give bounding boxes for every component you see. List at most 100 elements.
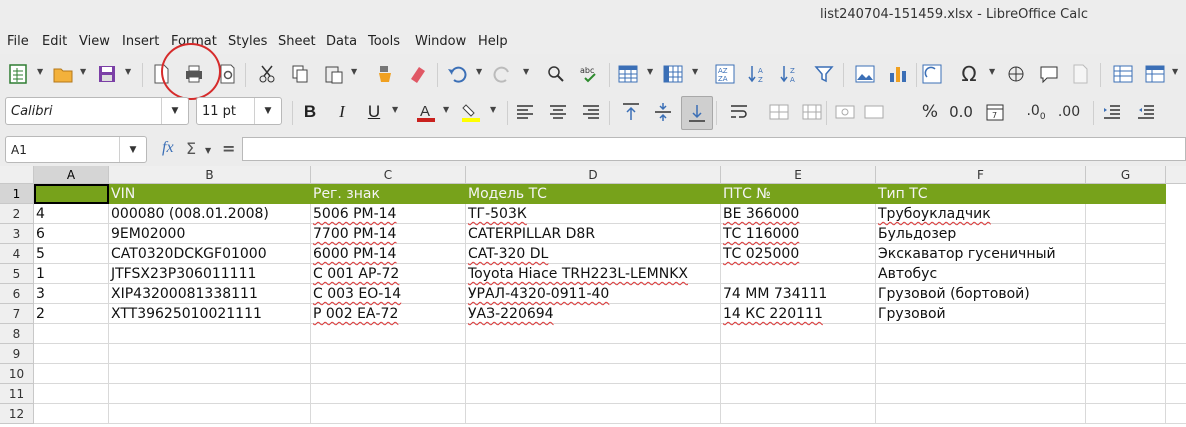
name-box[interactable]: A1 ▼ bbox=[5, 136, 147, 163]
cell-b1[interactable]: VIN bbox=[109, 184, 311, 204]
chevron-down-icon[interactable]: ▼ bbox=[692, 67, 700, 77]
row-header-7[interactable]: 7 bbox=[0, 304, 34, 324]
menu-file[interactable]: File bbox=[7, 34, 29, 49]
table-cell[interactable]: УАЗ-220694 bbox=[466, 304, 721, 324]
redo-icon[interactable] bbox=[490, 61, 516, 87]
table-cell[interactable]: Грузовой (бортовой) bbox=[876, 284, 1086, 304]
table-cell[interactable]: 5006 РМ-14 bbox=[311, 204, 466, 224]
column-header-d[interactable]: D bbox=[466, 166, 721, 184]
menu-tools[interactable]: Tools bbox=[368, 34, 400, 49]
table-cell[interactable]: ВЕ 366000 bbox=[721, 204, 876, 224]
table-cell[interactable]: УРАЛ-4320-0911-40 bbox=[466, 284, 721, 304]
table-cell[interactable]: 6 bbox=[34, 224, 109, 244]
find-replace-icon[interactable] bbox=[543, 61, 569, 87]
table-cell[interactable]: 5 bbox=[34, 244, 109, 264]
table-cell[interactable]: 1 bbox=[34, 264, 109, 284]
table-cell[interactable]: CAT-320 DL bbox=[466, 244, 721, 264]
table-cell[interactable] bbox=[1086, 224, 1166, 244]
cell-d1[interactable]: Модель ТС bbox=[466, 184, 721, 204]
spellcheck-icon[interactable]: abc bbox=[577, 61, 603, 87]
new-spreadsheet-icon[interactable] bbox=[5, 61, 31, 87]
table-cell[interactable]: Грузовой bbox=[876, 304, 1086, 324]
chevron-down-icon[interactable]: ▼ bbox=[1172, 67, 1180, 77]
formula-icon[interactable]: = bbox=[222, 139, 235, 158]
menu-insert[interactable]: Insert bbox=[122, 34, 159, 49]
menu-help[interactable]: Help bbox=[478, 34, 508, 49]
decrease-indent-icon[interactable] bbox=[1133, 99, 1159, 125]
table-cell[interactable]: С 001 АР-72 bbox=[311, 264, 466, 284]
image-icon[interactable] bbox=[852, 61, 878, 87]
row-header-4[interactable]: 4 bbox=[0, 244, 34, 264]
comment-icon[interactable] bbox=[1036, 61, 1062, 87]
align-right-icon[interactable] bbox=[578, 99, 604, 125]
currency-dropdown-icon[interactable] bbox=[861, 99, 887, 125]
row-header-6[interactable]: 6 bbox=[0, 284, 34, 304]
cell-f1[interactable]: Тип ТС bbox=[876, 184, 1086, 204]
delete-decimal-icon[interactable]: .00 bbox=[1056, 99, 1082, 125]
menu-data[interactable]: Data bbox=[326, 34, 357, 49]
unmerge-cells-icon[interactable] bbox=[799, 99, 825, 125]
menu-sheet[interactable]: Sheet bbox=[278, 34, 316, 49]
hyperlink-icon[interactable] bbox=[1003, 61, 1029, 87]
chart-icon[interactable] bbox=[885, 61, 911, 87]
table-cell[interactable]: 9ЕМ02000 bbox=[109, 224, 311, 244]
open-folder-icon[interactable] bbox=[50, 61, 76, 87]
cut-icon[interactable] bbox=[254, 61, 280, 87]
align-left-icon[interactable] bbox=[512, 99, 538, 125]
table-cell[interactable]: Автобус bbox=[876, 264, 1086, 284]
chevron-down-icon[interactable]: ▼ bbox=[989, 67, 997, 77]
italic-icon[interactable]: I bbox=[329, 99, 355, 125]
chevron-down-icon[interactable]: ▼ bbox=[490, 105, 498, 115]
table-cell[interactable]: Трубоукладчик bbox=[876, 204, 1086, 224]
row-icon[interactable] bbox=[615, 61, 641, 87]
column-header-a[interactable]: A bbox=[34, 166, 109, 184]
table-cell[interactable]: 7700 РМ-14 bbox=[311, 224, 466, 244]
table-cell[interactable]: 3 bbox=[34, 284, 109, 304]
sum-icon[interactable]: Σ bbox=[186, 139, 196, 158]
row-header-3[interactable]: 3 bbox=[0, 224, 34, 244]
increase-indent-icon[interactable] bbox=[1099, 99, 1125, 125]
column-header-g[interactable]: G bbox=[1086, 166, 1166, 184]
number-format-icon[interactable]: 0.0 bbox=[948, 99, 974, 125]
undo-icon[interactable] bbox=[444, 61, 470, 87]
column-header-e[interactable]: E bbox=[721, 166, 876, 184]
freeze-rows-columns-icon[interactable] bbox=[1142, 61, 1168, 87]
column-header-f[interactable]: F bbox=[876, 166, 1086, 184]
table-cell[interactable] bbox=[1086, 264, 1166, 284]
chevron-down-icon[interactable]: ▼ bbox=[37, 67, 45, 77]
table-cell[interactable]: Toyota Hiace TRH223L-LEMNKX bbox=[466, 264, 721, 284]
row-header-12[interactable]: 12 bbox=[0, 404, 34, 424]
wrap-text-icon[interactable] bbox=[726, 99, 752, 125]
table-cell[interactable]: XIP43200081338111 bbox=[109, 284, 311, 304]
headers-footers-icon[interactable] bbox=[1067, 61, 1093, 87]
chevron-down-icon[interactable]: ▼ bbox=[647, 67, 655, 77]
bold-icon[interactable]: B bbox=[297, 99, 323, 125]
table-cell[interactable]: Бульдозер bbox=[876, 224, 1086, 244]
clear-formatting-icon[interactable] bbox=[405, 61, 431, 87]
autofilter-icon[interactable] bbox=[811, 61, 837, 87]
chevron-down-icon[interactable]: ▼ bbox=[443, 105, 451, 115]
table-cell[interactable] bbox=[1086, 244, 1166, 264]
table-cell[interactable] bbox=[1086, 204, 1166, 224]
paste-icon[interactable] bbox=[321, 61, 347, 87]
table-cell[interactable]: ТГ-503К bbox=[466, 204, 721, 224]
formula-input[interactable] bbox=[242, 137, 1186, 161]
table-cell[interactable]: Р 002 ЕА-72 bbox=[311, 304, 466, 324]
column-header-h[interactable] bbox=[1166, 166, 1186, 184]
table-cell[interactable]: Экскаватор гусеничный bbox=[876, 244, 1086, 264]
table-cell[interactable]: JTFSX23P306011111 bbox=[109, 264, 311, 284]
clone-formatting-icon[interactable] bbox=[372, 61, 398, 87]
row-header-1[interactable]: 1 bbox=[0, 184, 34, 204]
column-icon[interactable] bbox=[660, 61, 686, 87]
table-cell[interactable] bbox=[721, 264, 876, 284]
row-header-10[interactable]: 10 bbox=[0, 364, 34, 384]
pivot-table-icon[interactable] bbox=[919, 61, 945, 87]
table-cell[interactable]: 74 ММ 734111 bbox=[721, 284, 876, 304]
table-cell[interactable]: 6000 РМ-14 bbox=[311, 244, 466, 264]
table-cell[interactable]: ТС 116000 bbox=[721, 224, 876, 244]
chevron-down-icon[interactable]: ▼ bbox=[523, 67, 531, 77]
add-decimal-icon[interactable]: .00 bbox=[1023, 99, 1049, 125]
underline-icon[interactable]: U bbox=[361, 99, 387, 125]
copy-icon[interactable] bbox=[287, 61, 313, 87]
cell-a1[interactable] bbox=[34, 184, 109, 204]
